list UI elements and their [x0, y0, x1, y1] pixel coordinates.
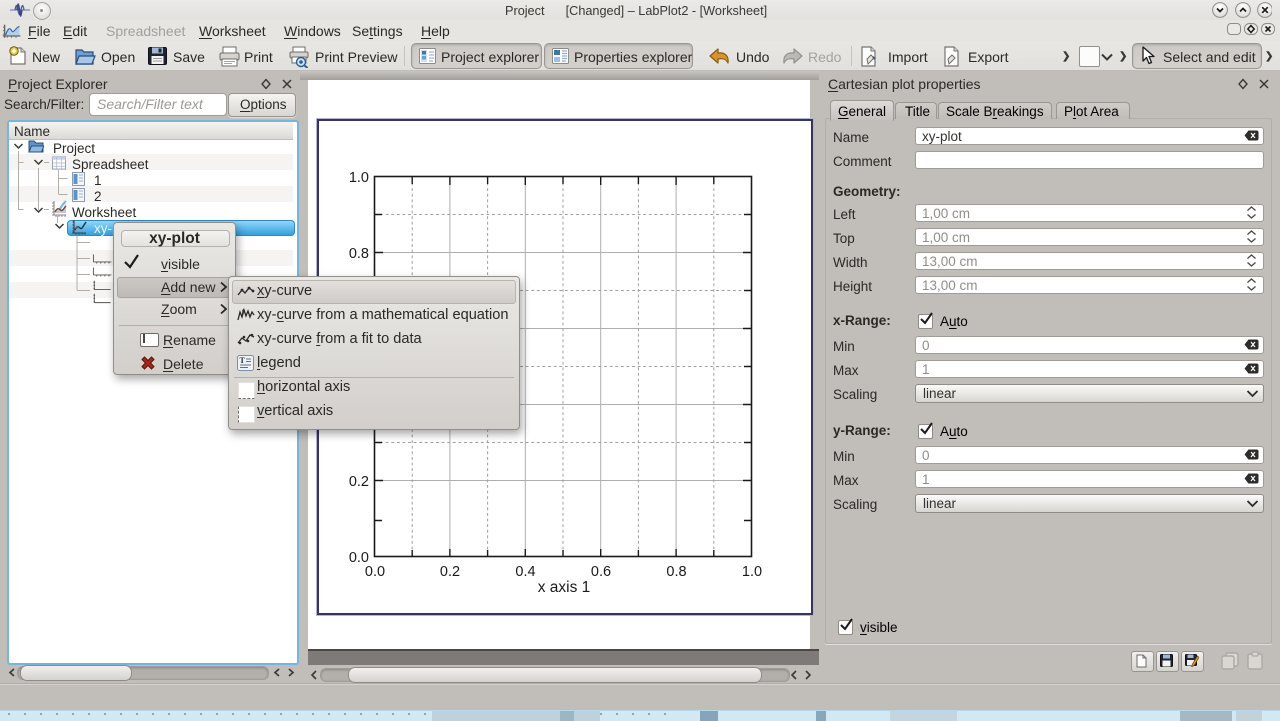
svg-text:1.0: 1.0 — [349, 170, 369, 186]
svg-text:0.2: 0.2 — [440, 564, 460, 580]
svg-text:T: T — [240, 356, 246, 365]
svg-text:0.0: 0.0 — [365, 564, 385, 580]
svg-text:0.6: 0.6 — [591, 564, 611, 580]
svg-text:0.4: 0.4 — [515, 564, 535, 580]
svg-text:0.8: 0.8 — [349, 246, 369, 262]
svg-text:1.0: 1.0 — [742, 564, 762, 580]
svg-text:0.8: 0.8 — [666, 564, 686, 580]
svg-text:x axis 1: x axis 1 — [538, 579, 591, 596]
svg-text:0.2: 0.2 — [349, 474, 369, 490]
svg-text:ƒ: ƒ — [241, 309, 245, 316]
